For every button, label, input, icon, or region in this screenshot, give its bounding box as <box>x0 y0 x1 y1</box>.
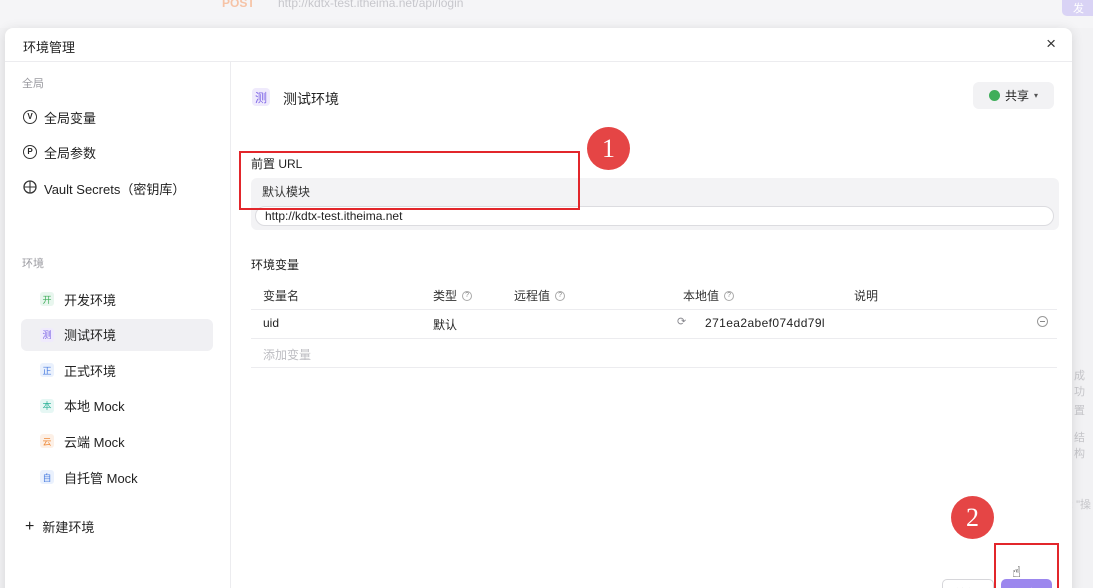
close-button[interactable]: 关闭 <box>942 579 994 588</box>
step-marker-1: 1 <box>587 127 630 170</box>
env-badge-icon: 开 <box>40 292 54 306</box>
help-icon[interactable]: ? <box>724 290 735 301</box>
environment-sidebar: 全局 V 全局变量 P 全局参数 Vault Secrets（密钥库） 环境 开… <box>5 62 231 588</box>
var-local-cell[interactable]: 271ea2abef074dd79l <box>705 316 825 330</box>
background-request-bar: POST http://kdtx-test.itheima.net/api/lo… <box>0 0 1093 28</box>
sync-icon[interactable]: ⟳ <box>677 315 686 328</box>
sidebar-item-vault-secrets[interactable]: Vault Secrets（密钥库） <box>23 177 185 199</box>
new-environment-button[interactable]: + 新建环境 <box>25 517 94 536</box>
highlight-box-save <box>994 543 1059 588</box>
environment-manager-dialog: 环境管理 × 全局 V 全局变量 P 全局参数 Vault Secrets（密钥… <box>5 28 1072 588</box>
env-badge: 测 <box>252 88 270 106</box>
bg-method-label: POST <box>222 0 255 10</box>
sidebar-env-item[interactable]: 自自托管 Mock <box>21 461 213 493</box>
env-label: 开发环境 <box>64 292 117 308</box>
new-environment-label: 新建环境 <box>42 520 95 535</box>
dialog-header: 环境管理 × <box>5 28 1072 62</box>
column-header-type: 类型? <box>433 287 473 304</box>
share-dropdown[interactable]: 共享 ▾ <box>973 82 1054 109</box>
env-label: 测试环境 <box>64 328 117 344</box>
sidebar-env-item[interactable]: 正正式环境 <box>21 354 213 386</box>
sidebar-item-label: Vault Secrets（密钥库） <box>44 181 186 197</box>
env-section-label: 环境 <box>22 258 44 270</box>
globe-icon <box>988 90 1000 101</box>
sidebar-env-item[interactable]: 开开发环境 <box>21 283 213 315</box>
env-badge-icon: 云 <box>40 434 54 449</box>
vault-icon <box>23 179 37 197</box>
bg-side-text: 结构 <box>1074 432 1085 460</box>
env-badge-icon: 本 <box>40 398 54 413</box>
hand-cursor-icon: ☝ <box>1012 564 1022 581</box>
bg-side-text: 成功 <box>1074 370 1085 398</box>
var-name-cell[interactable]: uid <box>263 316 279 330</box>
help-icon[interactable]: ? <box>555 290 566 301</box>
sidebar-item-global-variables[interactable]: V 全局变量 <box>23 106 96 128</box>
highlight-box-url <box>239 151 580 210</box>
env-badge-icon: 自 <box>40 470 54 484</box>
column-header-name: 变量名 <box>263 289 300 303</box>
table-divider <box>251 309 1057 310</box>
column-header-label: 远程值 <box>514 289 551 303</box>
environment-detail: 测 测试环境 共享 ▾ 前置 URL 默认模块 环境变量 变量名 类型? 远程值… <box>232 62 1072 588</box>
plus-icon: + <box>25 517 35 535</box>
var-type-cell[interactable]: 默认 <box>433 316 457 333</box>
sidebar-item-label: 全局变量 <box>44 110 97 126</box>
bg-send-button: 发 <box>1062 0 1093 16</box>
parameter-icon: P <box>23 145 37 159</box>
env-label: 本地 Mock <box>64 399 125 415</box>
share-label: 共享 <box>1004 89 1029 103</box>
env-badge-icon: 正 <box>40 363 54 378</box>
table-divider <box>251 367 1057 368</box>
bg-side-text: : "操 <box>1070 499 1092 511</box>
column-header-label: 类型 <box>433 289 458 303</box>
chevron-down-icon: ▾ <box>1034 91 1039 100</box>
add-variable-input[interactable]: 添加变量 <box>263 346 311 363</box>
sidebar-env-item[interactable]: 本本地 Mock <box>21 390 213 422</box>
env-label: 云端 Mock <box>64 434 125 450</box>
global-section-label: 全局 <box>22 78 44 90</box>
dialog-title: 环境管理 <box>23 40 76 55</box>
close-icon[interactable]: × <box>1046 34 1056 54</box>
sidebar-item-global-params[interactable]: P 全局参数 <box>23 141 96 163</box>
table-divider <box>251 338 1057 339</box>
sidebar-item-label: 全局参数 <box>44 145 97 161</box>
step-marker-2: 2 <box>951 496 994 539</box>
env-badge-icon: 测 <box>40 327 54 342</box>
env-title[interactable]: 测试环境 <box>283 89 339 109</box>
column-header-desc: 说明 <box>854 289 879 303</box>
env-label: 自托管 Mock <box>64 470 138 486</box>
bg-side-text: 置 <box>1074 405 1085 417</box>
help-icon[interactable]: ? <box>462 290 473 301</box>
env-vars-label: 环境变量 <box>251 258 300 272</box>
variable-icon: V <box>23 110 37 124</box>
remove-icon[interactable] <box>1037 316 1048 327</box>
column-header-remote: 远程值? <box>514 287 566 304</box>
column-header-local: 本地值? <box>683 287 735 304</box>
bg-url-text: http://kdtx-test.itheima.net/api/login <box>278 0 464 10</box>
sidebar-env-item[interactable]: 云云端 Mock <box>21 425 213 457</box>
column-header-label: 本地值 <box>683 289 720 303</box>
env-label: 正式环境 <box>64 363 117 379</box>
sidebar-env-item[interactable]: 测测试环境 <box>21 318 213 351</box>
